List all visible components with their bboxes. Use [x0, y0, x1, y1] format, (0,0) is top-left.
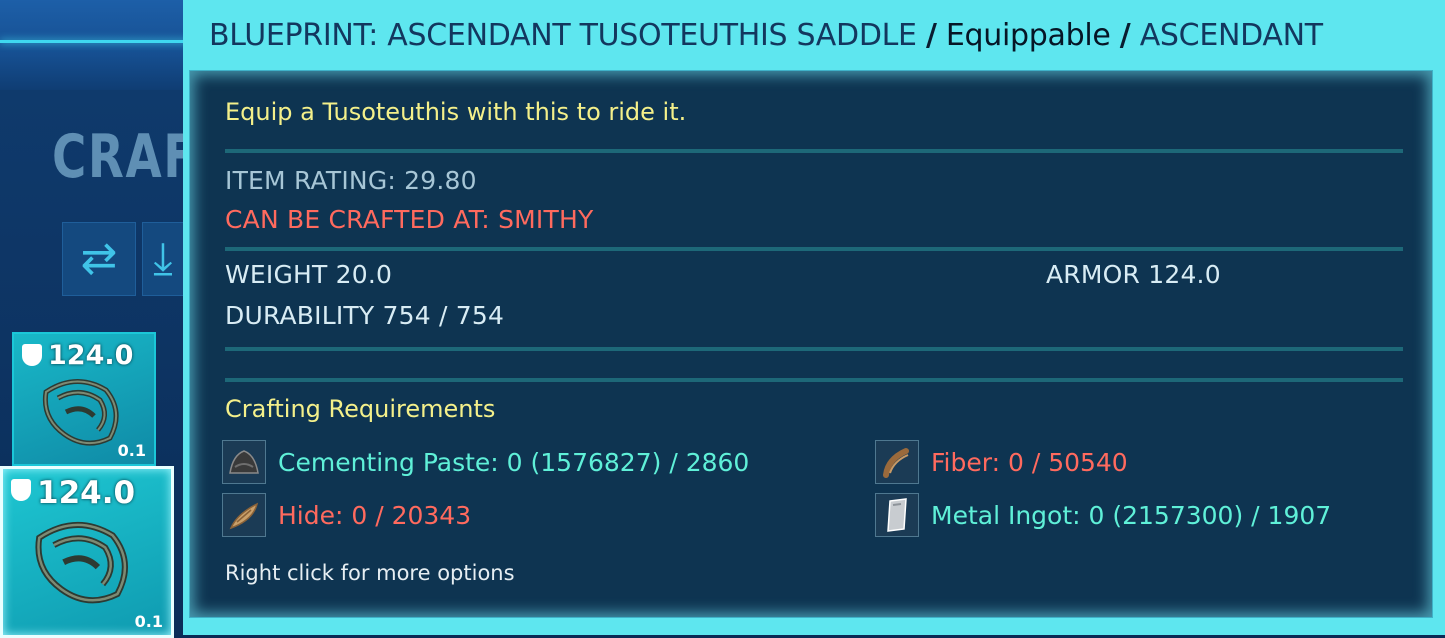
- requirement-text: Metal Ingot: 0 (2157300) / 1907: [931, 500, 1332, 530]
- requirement-text: Fiber: 0 / 50540: [931, 447, 1128, 477]
- fiber-icon: [875, 440, 919, 484]
- slot-armor-value: 124.0: [37, 475, 136, 511]
- item-quality: ASCENDANT: [1139, 18, 1323, 53]
- divider: [225, 149, 1403, 153]
- armor-shield-icon: [22, 344, 42, 366]
- item-type: Equippable: [945, 18, 1111, 53]
- requirement-cementing-paste: Cementing Paste: 0 (1576827) / 2860: [222, 440, 750, 484]
- slot-armor-value: 124.0: [48, 340, 134, 371]
- item-rating: ITEM RATING: 29.80: [225, 166, 477, 195]
- transfer-icon[interactable]: ⇄: [62, 222, 136, 296]
- inventory-slot[interactable]: 124.0 0.1: [12, 332, 156, 466]
- item-armor: ARMOR 124.0: [1046, 260, 1221, 289]
- divider: [225, 347, 1403, 351]
- header-separator: /: [1119, 18, 1131, 53]
- drop-icon[interactable]: ⤓: [142, 222, 184, 296]
- hide-icon: [222, 493, 266, 537]
- header-separator: /: [925, 18, 937, 53]
- requirement-metal-ingot: Metal Ingot: 0 (2157300) / 1907: [875, 493, 1332, 537]
- item-name: BLUEPRINT: ASCENDANT TUSOTEUTHIS SADDLE: [209, 18, 917, 53]
- requirement-hide: Hide: 0 / 20343: [222, 493, 472, 537]
- divider: [225, 378, 1403, 382]
- item-description: Equip a Tusoteuthis with this to ride it…: [225, 98, 687, 126]
- slot-weight-value: 0.1: [134, 612, 163, 631]
- tooltip-body: Equip a Tusoteuthis with this to ride it…: [189, 70, 1433, 618]
- inventory-slot-selected[interactable]: 124.0 0.1: [0, 466, 174, 638]
- cementing-paste-icon: [222, 440, 266, 484]
- divider: [225, 247, 1403, 251]
- requirement-fiber: Fiber: 0 / 50540: [875, 440, 1128, 484]
- requirement-text: Hide: 0 / 20343: [278, 500, 472, 530]
- saddle-icon: [35, 521, 128, 604]
- metal-ingot-icon: [875, 493, 919, 537]
- crafted-at: CAN BE CRAFTED AT: SMITHY: [225, 205, 594, 234]
- tooltip-header: BLUEPRINT: ASCENDANT TUSOTEUTHIS SADDLE …: [209, 18, 1323, 58]
- saddle-icon: [42, 379, 119, 446]
- requirement-text: Cementing Paste: 0 (1576827) / 2860: [278, 447, 750, 477]
- right-click-hint: Right click for more options: [225, 561, 515, 585]
- item-tooltip: BLUEPRINT: ASCENDANT TUSOTEUTHIS SADDLE …: [183, 0, 1445, 635]
- slot-weight-value: 0.1: [117, 441, 146, 460]
- item-durability: DURABILITY 754 / 754: [225, 301, 505, 330]
- item-weight: WEIGHT 20.0: [225, 260, 393, 289]
- armor-shield-icon: [11, 479, 31, 501]
- crafting-requirements-title: Crafting Requirements: [225, 395, 496, 423]
